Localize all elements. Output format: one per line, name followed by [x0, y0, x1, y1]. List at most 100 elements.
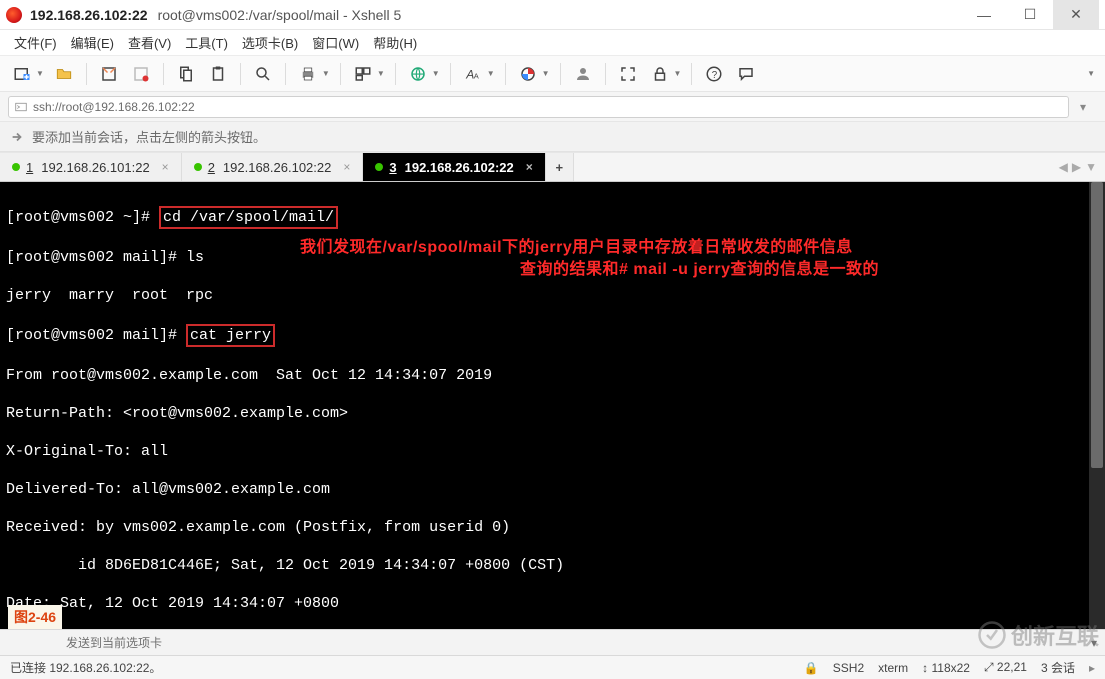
reconnect-button[interactable] — [95, 60, 123, 88]
menu-help[interactable]: 帮助(H) — [373, 33, 417, 52]
annotation-text: 查询的结果和# mail -u jerry查询的信息是一致的 — [520, 260, 879, 279]
tabstrip: 1 192.168.26.101:22 × 2 192.168.26.102:2… — [0, 152, 1105, 182]
send-bar: 发送到当前选项卡 ▾ — [0, 629, 1105, 655]
globe-button[interactable] — [404, 60, 432, 88]
svg-text:A: A — [473, 71, 478, 80]
hint-arrow-icon[interactable] — [10, 130, 24, 144]
dropdown-icon[interactable]: ▼ — [322, 69, 332, 78]
highlighted-command: cat jerry — [186, 324, 275, 347]
chat-button[interactable] — [732, 60, 760, 88]
tab-close-icon[interactable]: × — [343, 160, 350, 174]
hintbar: 要添加当前会话，点击左侧的箭头按钮。 — [0, 122, 1105, 152]
tab-number: 1 — [26, 160, 33, 175]
copy-button[interactable] — [172, 60, 200, 88]
user-button[interactable] — [569, 60, 597, 88]
menu-window[interactable]: 窗口(W) — [312, 33, 359, 52]
addressbar: ssh://root@192.168.26.102:22 ▾ — [0, 92, 1105, 122]
color-button[interactable] — [514, 60, 542, 88]
status-menu-icon[interactable]: ▸ — [1089, 661, 1095, 675]
dropdown-icon[interactable]: ▼ — [542, 69, 552, 78]
font-button[interactable]: AA — [459, 60, 487, 88]
dropdown-icon[interactable]: ▼ — [377, 69, 387, 78]
toolbar: ▼ ▼ ▼ ▼ AA ▼ ▼ ▼ ? ▼ — [0, 56, 1105, 92]
terminal[interactable]: [root@vms002 ~]# cd /var/spool/mail/ [ro… — [0, 182, 1105, 629]
menu-tools[interactable]: 工具(T) — [185, 33, 228, 52]
toolbar-overflow[interactable]: ▼ — [1087, 69, 1097, 78]
svg-text:A: A — [465, 67, 474, 81]
paste-button[interactable] — [204, 60, 232, 88]
watermark: 创新互联 — [977, 619, 1099, 651]
lock-button[interactable] — [646, 60, 674, 88]
prompt: [root@vms002 mail]# — [6, 327, 186, 344]
dropdown-icon[interactable]: ▼ — [432, 69, 442, 78]
menu-tabs[interactable]: 选项卡(B) — [242, 33, 298, 52]
fullscreen-button[interactable] — [614, 60, 642, 88]
status-proto: SSH2 — [833, 661, 864, 675]
open-button[interactable] — [50, 60, 78, 88]
tab-close-icon[interactable]: × — [162, 160, 169, 174]
tab-label: 192.168.26.102:22 — [223, 160, 331, 175]
status-size: ↕ 118x22 — [922, 661, 970, 675]
menu-file[interactable]: 文件(F) — [14, 33, 57, 52]
annotation-text: 我们发现在/var/spool/mail下的jerry用户目录中存放着日常收发的… — [300, 238, 853, 257]
tab-nav: ◀ ▶ ▼ — [1051, 153, 1105, 181]
print-button[interactable] — [294, 60, 322, 88]
tab-label: 192.168.26.102:22 — [405, 160, 514, 175]
close-button[interactable]: ✕ — [1053, 0, 1099, 30]
term-line: From root@vms002.example.com Sat Oct 12 … — [6, 366, 1099, 385]
statusbar: 已连接 192.168.26.102:22。 🔒 SSH2 xterm ↕ 11… — [0, 655, 1105, 679]
app-icon — [6, 7, 22, 23]
new-session-button[interactable] — [8, 60, 36, 88]
tab-prev-icon[interactable]: ◀ — [1059, 160, 1068, 174]
term-line: Return-Path: <root@vms002.example.com> — [6, 404, 1099, 423]
titlebar: 192.168.26.102:22 root@vms002:/var/spool… — [0, 0, 1105, 30]
tab-number: 2 — [208, 160, 215, 175]
menu-view[interactable]: 查看(V) — [128, 33, 171, 52]
title-path: root@vms002:/var/spool/mail - Xshell 5 — [158, 7, 402, 23]
disconnect-button[interactable] — [127, 60, 155, 88]
tab-label: 192.168.26.101:22 — [41, 160, 149, 175]
status-dot-icon — [375, 163, 383, 171]
tab-1[interactable]: 1 192.168.26.101:22 × — [0, 153, 182, 181]
dropdown-icon[interactable]: ▼ — [674, 69, 684, 78]
term-line: Date: Sat, 12 Oct 2019 14:34:07 +0800 — [6, 594, 1099, 613]
term-line: id 8D6ED81C446E; Sat, 12 Oct 2019 14:34:… — [6, 556, 1099, 575]
term-line: Received: by vms002.example.com (Postfix… — [6, 518, 1099, 537]
dropdown-icon[interactable]: ▼ — [487, 69, 497, 78]
menu-edit[interactable]: 编辑(E) — [71, 33, 114, 52]
hint-text: 要添加当前会话，点击左侧的箭头按钮。 — [32, 127, 266, 146]
status-connected: 已连接 192.168.26.102:22。 — [10, 659, 161, 676]
status-dot-icon — [194, 163, 202, 171]
maximize-button[interactable]: ☐ — [1007, 0, 1053, 30]
send-bar-text: 发送到当前选项卡 — [66, 634, 162, 651]
tab-3[interactable]: 3 192.168.26.102:22 × — [363, 153, 545, 181]
highlighted-command: cd /var/spool/mail/ — [159, 206, 338, 229]
svg-text:?: ? — [712, 69, 718, 80]
status-term: xterm — [878, 661, 908, 675]
lock-icon: 🔒 — [804, 661, 819, 675]
tab-add-button[interactable]: + — [546, 153, 574, 181]
status-sessions: 3 会话 — [1041, 659, 1075, 676]
dropdown-icon[interactable]: ▼ — [36, 69, 46, 78]
status-dot-icon — [12, 163, 20, 171]
address-dropdown[interactable]: ▾ — [1069, 100, 1097, 114]
terminal-scrollbar[interactable] — [1089, 182, 1105, 629]
tab-number: 3 — [389, 160, 396, 175]
title-ip: 192.168.26.102:22 — [30, 7, 148, 23]
menubar: 文件(F) 编辑(E) 查看(V) 工具(T) 选项卡(B) 窗口(W) 帮助(… — [0, 30, 1105, 56]
properties-button[interactable] — [349, 60, 377, 88]
tab-close-icon[interactable]: × — [526, 160, 533, 174]
tab-menu-icon[interactable]: ▼ — [1085, 160, 1097, 174]
address-input[interactable]: ssh://root@192.168.26.102:22 — [8, 96, 1069, 118]
find-button[interactable] — [249, 60, 277, 88]
help-button[interactable]: ? — [700, 60, 728, 88]
prompt: [root@vms002 ~]# — [6, 209, 159, 226]
figure-label: 图2-46 — [8, 605, 62, 629]
minimize-button[interactable]: — — [961, 0, 1007, 30]
term-line: X-Original-To: all — [6, 442, 1099, 461]
tab-next-icon[interactable]: ▶ — [1072, 160, 1081, 174]
tab-2[interactable]: 2 192.168.26.102:22 × — [182, 153, 364, 181]
address-url: ssh://root@192.168.26.102:22 — [33, 100, 195, 114]
ssh-icon — [15, 101, 27, 113]
status-cursor: ⤢ 22,21 — [984, 660, 1027, 675]
